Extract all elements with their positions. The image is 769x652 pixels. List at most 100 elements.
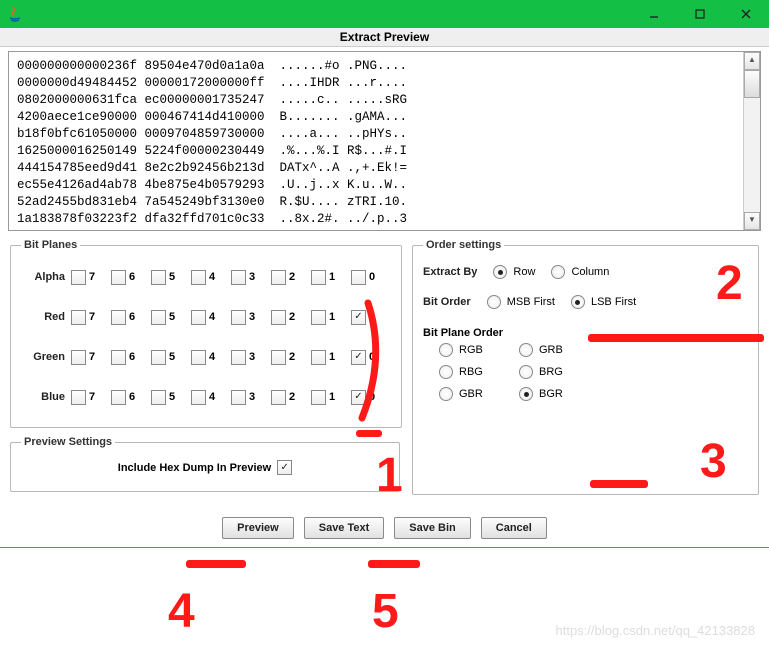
bit-order-msb-radio[interactable] (487, 295, 501, 309)
blue-bit-7-checkbox[interactable] (71, 390, 86, 405)
extract-by-row-text: Row (513, 266, 535, 278)
bit-row-label: Blue (21, 391, 71, 403)
bit-planes-legend: Bit Planes (21, 239, 80, 251)
minimize-button[interactable] (631, 0, 677, 28)
scroll-thumb[interactable] (744, 70, 760, 98)
cancel-button[interactable]: Cancel (481, 517, 547, 539)
bpo-label: GRB (539, 344, 563, 356)
hex-preview-text[interactable]: 000000000000236f 89504e470d0a1a0a ......… (9, 52, 743, 230)
extract-by-column-radio[interactable] (551, 265, 565, 279)
annotation-underline-5 (368, 560, 420, 568)
green-bit-2-checkbox[interactable] (271, 350, 286, 365)
red-bit-2-checkbox[interactable] (271, 310, 286, 325)
blue-bit-1-checkbox[interactable] (311, 390, 326, 405)
bpo-radio-grb[interactable] (519, 343, 533, 357)
alpha-bit-3-checkbox[interactable] (231, 270, 246, 285)
bit-row-green: Green76543210 (21, 337, 391, 377)
include-hex-label: Include Hex Dump In Preview (118, 462, 271, 474)
blue-bit-4-checkbox[interactable] (191, 390, 206, 405)
red-bit-0-checkbox[interactable] (351, 310, 366, 325)
blue-bit-3-checkbox[interactable] (231, 390, 246, 405)
green-bit-0-checkbox[interactable] (351, 350, 366, 365)
bpo-option-gbr[interactable]: GBR (439, 387, 519, 401)
bpo-option-bgr[interactable]: BGR (519, 387, 599, 401)
bit-number: 6 (129, 311, 135, 323)
green-bit-5-checkbox[interactable] (151, 350, 166, 365)
bpo-radio-rbg[interactable] (439, 365, 453, 379)
bit-number: 5 (169, 391, 175, 403)
save-text-button[interactable]: Save Text (304, 517, 385, 539)
bpo-label: RBG (459, 366, 483, 378)
watermark: https://blog.csdn.net/qq_42133828 (556, 623, 756, 638)
bit-number: 0 (369, 311, 375, 323)
bpo-radio-brg[interactable] (519, 365, 533, 379)
alpha-bit-7-checkbox[interactable] (71, 270, 86, 285)
bpo-label: BRG (539, 366, 563, 378)
bit-number: 5 (169, 351, 175, 363)
bit-number: 4 (209, 311, 215, 323)
bit-number: 3 (249, 391, 255, 403)
bit-number: 7 (89, 271, 95, 283)
bit-number: 0 (369, 351, 375, 363)
bit-number: 6 (129, 391, 135, 403)
red-bit-3-checkbox[interactable] (231, 310, 246, 325)
hex-preview-box: 000000000000236f 89504e470d0a1a0a ......… (8, 51, 761, 231)
blue-bit-6-checkbox[interactable] (111, 390, 126, 405)
preview-button[interactable]: Preview (222, 517, 294, 539)
alpha-bit-6-checkbox[interactable] (111, 270, 126, 285)
close-button[interactable] (723, 0, 769, 28)
alpha-bit-5-checkbox[interactable] (151, 270, 166, 285)
bit-number: 3 (249, 311, 255, 323)
red-bit-6-checkbox[interactable] (111, 310, 126, 325)
extract-by-row-radio[interactable] (493, 265, 507, 279)
bit-row-blue: Blue76543210 (21, 377, 391, 417)
green-bit-6-checkbox[interactable] (111, 350, 126, 365)
green-bit-7-checkbox[interactable] (71, 350, 86, 365)
scroll-down-icon[interactable]: ▼ (744, 212, 760, 230)
bpo-radio-rgb[interactable] (439, 343, 453, 357)
bit-number: 1 (329, 271, 335, 283)
red-bit-7-checkbox[interactable] (71, 310, 86, 325)
scroll-track[interactable] (744, 70, 760, 212)
bit-row-label: Alpha (21, 271, 71, 283)
red-bit-5-checkbox[interactable] (151, 310, 166, 325)
bpo-radio-bgr[interactable] (519, 387, 533, 401)
annotation-underline-4 (186, 560, 246, 568)
red-bit-1-checkbox[interactable] (311, 310, 326, 325)
alpha-bit-0-checkbox[interactable] (351, 270, 366, 285)
alpha-bit-4-checkbox[interactable] (191, 270, 206, 285)
scrollbar[interactable]: ▲ ▼ (743, 52, 760, 230)
bit-number: 7 (89, 311, 95, 323)
blue-bit-0-checkbox[interactable] (351, 390, 366, 405)
bit-row-label: Green (21, 351, 71, 363)
red-bit-4-checkbox[interactable] (191, 310, 206, 325)
alpha-bit-1-checkbox[interactable] (311, 270, 326, 285)
green-bit-3-checkbox[interactable] (231, 350, 246, 365)
bpo-option-rbg[interactable]: RBG (439, 365, 519, 379)
blue-bit-5-checkbox[interactable] (151, 390, 166, 405)
bit-planes-group: Bit Planes Alpha76543210Red76543210Green… (10, 239, 402, 428)
bit-number: 4 (209, 271, 215, 283)
bit-number: 6 (129, 271, 135, 283)
blue-bit-2-checkbox[interactable] (271, 390, 286, 405)
alpha-bit-2-checkbox[interactable] (271, 270, 286, 285)
bit-order-lsb-text: LSB First (591, 296, 636, 308)
bpo-radio-gbr[interactable] (439, 387, 453, 401)
annotation-mark-1 (356, 430, 382, 437)
bpo-option-rgb[interactable]: RGB (439, 343, 519, 357)
scroll-up-icon[interactable]: ▲ (744, 52, 760, 70)
order-settings-group: Order settings Extract By Row Column Bit… (412, 239, 759, 495)
maximize-button[interactable] (677, 0, 723, 28)
bit-order-lsb-radio[interactable] (571, 295, 585, 309)
bpo-option-brg[interactable]: BRG (519, 365, 599, 379)
green-bit-4-checkbox[interactable] (191, 350, 206, 365)
preview-settings-legend: Preview Settings (21, 436, 115, 448)
bpo-label: BGR (539, 388, 563, 400)
button-row: Preview Save Text Save Bin Cancel (0, 517, 769, 539)
include-hex-checkbox[interactable] (277, 460, 292, 475)
save-bin-button[interactable]: Save Bin (394, 517, 470, 539)
bpo-option-grb[interactable]: GRB (519, 343, 599, 357)
green-bit-1-checkbox[interactable] (311, 350, 326, 365)
bpo-label: GBR (459, 388, 483, 400)
annotation-underline-2 (588, 334, 764, 342)
